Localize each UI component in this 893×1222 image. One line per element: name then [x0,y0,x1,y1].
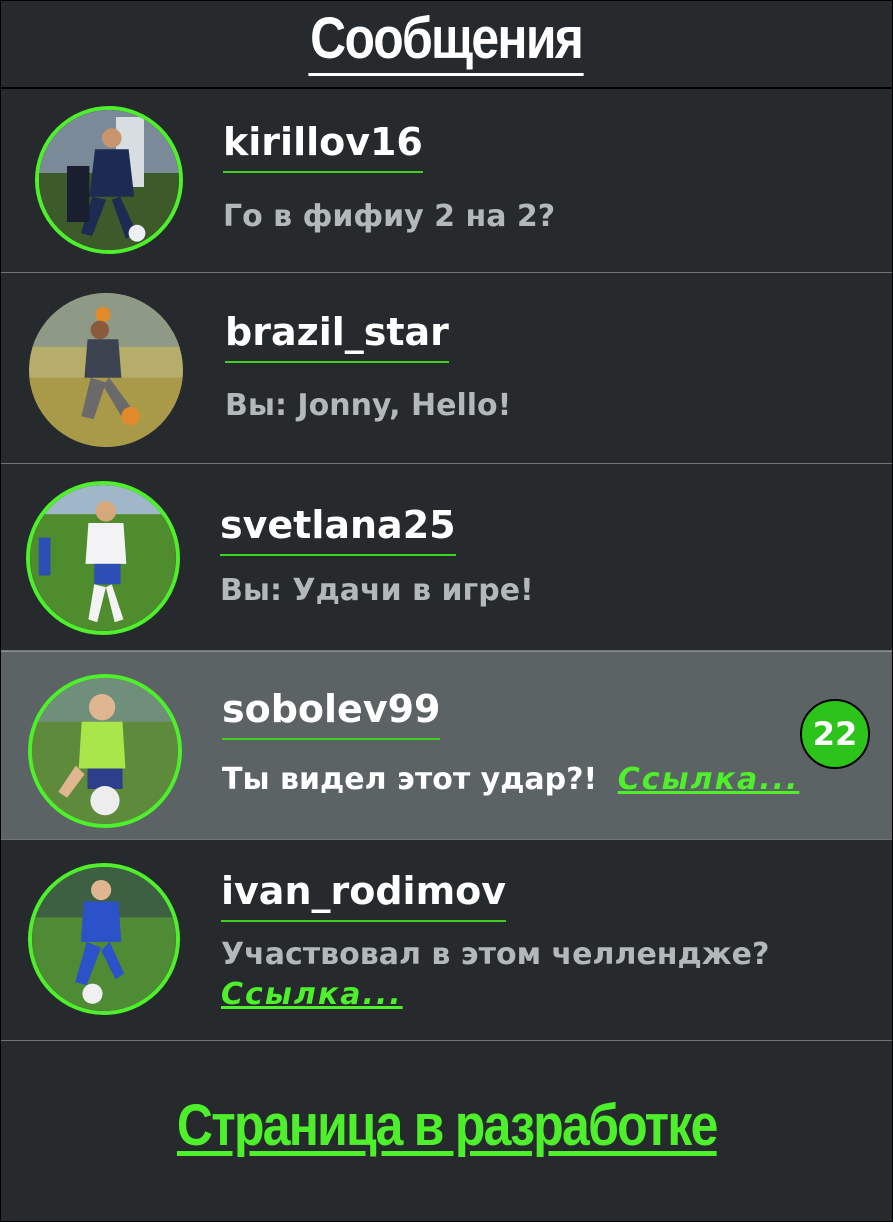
avatar-photo-icon [32,867,176,1011]
avatar-photo-icon [32,678,178,824]
message-link[interactable]: Ссылка... [221,977,403,1012]
avatar-photo-icon [39,110,179,250]
conversation-preview: Вы: Jonny, Hello! [225,386,511,426]
avatar [26,481,180,635]
conversation-row[interactable]: ivan_rodimov Участвовал в этом челлендже… [1,839,892,1041]
conversation-username: svetlana25 [220,502,456,556]
conversation-preview: Участвовал в этом челлендже? Ссылка... [221,935,769,1015]
conversation-username: sobolev99 [222,686,441,740]
avatar [35,106,183,254]
conversation-username: ivan_rodimov [221,868,507,922]
unread-count-badge: 22 [800,699,870,769]
conversation-row-active[interactable]: sobolev99 Ты видел этот удар?! Ссылка...… [1,651,892,840]
development-notice-text[interactable]: Страница в разработке [177,1091,718,1161]
conversation-row[interactable]: kirillov16 Го в фифиу 2 на 2? [1,89,892,273]
avatar [29,293,183,447]
conversation-preview: Го в фифиу 2 на 2? [223,197,555,237]
development-notice: Страница в разработке [1,1091,892,1161]
conversation-row[interactable]: svetlana25 Вы: Удачи в игре! [1,464,892,651]
avatar [28,863,180,1015]
avatar-photo-icon [30,485,176,631]
conversation-preview: Вы: Удачи в игре! [220,571,534,611]
message-text: Вы: Удачи в игре! [220,573,534,608]
conversation-username: brazil_star [225,309,449,363]
page-title: Сообщения [308,5,584,76]
message-text: Ты видел этот удар?! [222,762,598,797]
avatar-photo-icon [29,293,183,447]
conversation-preview: Ты видел этот удар?! Ссылка... [222,760,799,800]
message-text: Го в фифиу 2 на 2? [223,199,556,234]
conversation-row[interactable]: brazil_star Вы: Jonny, Hello! [1,273,892,464]
message-text: Участвовал в этом челлендже? [221,937,770,972]
message-text: Вы: Jonny, Hello! [225,388,512,423]
message-link[interactable]: Ссылка... [618,762,800,797]
avatar [28,674,182,828]
header: Сообщения [1,1,892,89]
conversation-username: kirillov16 [223,119,423,173]
messages-screen: Сообщения kirillov16 Го в фифиу 2 на 2? [0,0,893,1222]
